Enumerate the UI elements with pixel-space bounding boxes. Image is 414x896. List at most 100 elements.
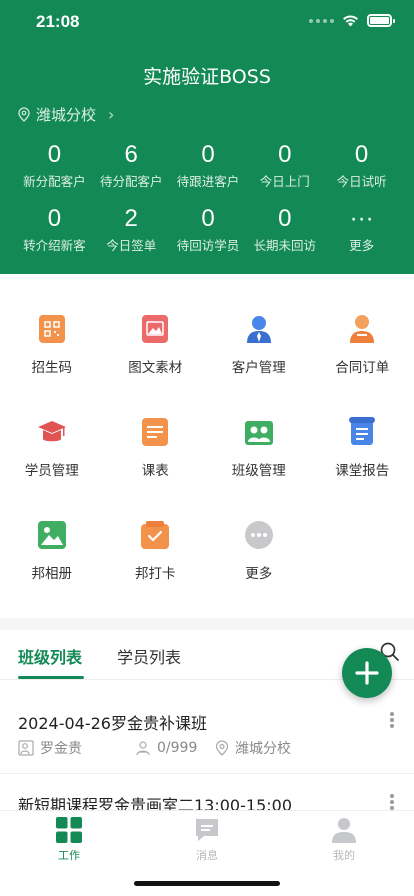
- stat-label: 新分配客户: [23, 174, 86, 189]
- menu-row-1: 招生码 图文素材 客户管理 合同订单: [0, 314, 414, 376]
- nav-tab-work[interactable]: 工作: [29, 817, 109, 863]
- stat-more[interactable]: ··· 更多: [323, 204, 400, 268]
- qr-code-icon: [37, 314, 67, 344]
- stat-today-trial[interactable]: 0 今日试听: [323, 140, 400, 204]
- menu-item-customers[interactable]: 客户管理: [207, 314, 311, 376]
- nav-label: 我的: [333, 849, 355, 862]
- menu-item-more[interactable]: 更多: [207, 520, 311, 582]
- menu-label: 客户管理: [231, 360, 286, 376]
- student-count-icon: [136, 741, 150, 756]
- menu-item-schedule[interactable]: 课表: [104, 417, 208, 479]
- class-title: 2024-04-26罗金贵补课班: [18, 714, 207, 733]
- nav-tab-messages[interactable]: 消息: [167, 817, 247, 863]
- menu-item-classes[interactable]: 班级管理: [207, 417, 311, 479]
- battery-icon: [367, 14, 395, 27]
- menu-label: 课表: [141, 463, 169, 479]
- class-meta: 罗金贵 0/999 潍城分校: [18, 738, 291, 758]
- stat-today-signed[interactable]: 2 今日签单: [93, 204, 170, 268]
- album-icon: [37, 520, 67, 550]
- capacity-value: 0/999: [157, 740, 198, 756]
- function-menu: 招生码 图文素材 客户管理 合同订单 学员管理 课表 班级管理 课堂报告 邦相册…: [0, 274, 414, 618]
- tab-class-list[interactable]: 班级列表: [18, 644, 82, 668]
- stats-row-1: 0 新分配客户 6 待分配客户 0 待跟进客户 0 今日上门 0 今日试听: [16, 140, 400, 204]
- teacher-name: 罗金贵: [40, 741, 82, 757]
- chevron-right-icon: ›: [108, 105, 115, 124]
- graduation-cap-icon: [37, 417, 67, 447]
- signal-icon: [309, 18, 334, 23]
- class-list-item[interactable]: 2024-04-26罗金贵补课班 罗金贵 0/999 潍城分校: [0, 680, 414, 774]
- stat-label: 今日试听: [336, 174, 387, 189]
- stat-value: 0: [47, 205, 62, 232]
- stat-value: 0: [278, 205, 292, 232]
- active-tab-indicator: [18, 676, 84, 679]
- menu-label: 更多: [245, 566, 273, 582]
- header: 21:08 实施验证BOSS 潍城分校 › 0 新分配客户 6 待分配客户 0 待跟进…: [0, 0, 414, 274]
- stat-value: 0: [47, 141, 62, 168]
- location-pin-icon: [18, 107, 30, 122]
- stat-value: 0: [201, 205, 215, 232]
- work-grid-icon: [56, 817, 82, 843]
- home-indicator[interactable]: [134, 881, 280, 886]
- menu-label: 班级管理: [231, 463, 286, 479]
- menu-label: 邦相册: [31, 566, 73, 582]
- menu-label: 图文素材: [128, 360, 183, 376]
- menu-label: 课堂报告: [335, 463, 390, 479]
- customer-icon: [244, 314, 274, 344]
- stat-value: 0: [278, 141, 292, 168]
- stat-label: 长期未回访: [253, 238, 317, 253]
- stat-long-no-revisit[interactable]: 0 长期未回访: [246, 204, 323, 268]
- menu-row-2: 学员管理 课表 班级管理 课堂报告: [0, 417, 414, 479]
- menu-row-3: 邦相册 邦打卡 更多: [0, 520, 414, 582]
- status-time: 21:08: [36, 12, 80, 31]
- stat-pending-assign[interactable]: 6 待分配客户: [93, 140, 170, 204]
- checkin-icon: [140, 520, 170, 550]
- menu-label: 合同订单: [335, 360, 390, 376]
- class-capacity: 0/999: [135, 740, 215, 756]
- menu-item-materials[interactable]: 图文素材: [104, 314, 208, 376]
- stat-value: ···: [349, 205, 374, 232]
- stat-pending-revisit[interactable]: 0 待回访学员: [170, 204, 247, 268]
- stat-label: 更多: [349, 238, 375, 253]
- teacher-icon: [18, 740, 34, 756]
- nav-label: 工作: [58, 849, 80, 862]
- stat-pending-followup[interactable]: 0 待跟进客户: [170, 140, 247, 204]
- stat-label: 待跟进客户: [176, 174, 240, 189]
- profile-icon: [332, 818, 356, 843]
- stats-panel: 0 新分配客户 6 待分配客户 0 待跟进客户 0 今日上门 0 今日试听 0 转介绍新客 …: [16, 140, 400, 268]
- menu-item-recruit-code[interactable]: 招生码: [0, 314, 104, 376]
- report-icon: [347, 417, 377, 447]
- stat-value: 0: [201, 141, 215, 168]
- menu-label: 邦打卡: [135, 566, 176, 582]
- stat-new-assigned[interactable]: 0 新分配客户: [16, 140, 93, 204]
- menu-label: 学员管理: [24, 463, 79, 479]
- location-pin-icon: [215, 740, 229, 756]
- stats-row-2: 0 转介绍新客 2 今日签单 0 待回访学员 0 长期未回访 ··· 更多: [16, 204, 400, 268]
- more-icon: [244, 520, 274, 550]
- nav-label: 消息: [196, 849, 218, 862]
- menu-item-students[interactable]: 学员管理: [0, 417, 104, 479]
- stat-referral[interactable]: 0 转介绍新客: [16, 204, 93, 268]
- nav-tab-profile[interactable]: 我的: [304, 817, 384, 863]
- menu-item-class-report[interactable]: 课堂报告: [311, 417, 414, 479]
- app-title: 实施验证BOSS: [143, 66, 271, 88]
- stat-value: 0: [354, 141, 369, 168]
- more-vertical-icon[interactable]: [390, 794, 394, 810]
- schedule-icon: [140, 417, 170, 447]
- more-vertical-icon[interactable]: [390, 712, 394, 728]
- class-icon: [244, 417, 274, 447]
- stat-label: 转介绍新客: [23, 238, 86, 253]
- wifi-icon: [343, 15, 358, 27]
- menu-item-album[interactable]: 邦相册: [0, 520, 104, 582]
- image-material-icon: [140, 314, 170, 344]
- menu-item-contracts[interactable]: 合同订单: [311, 314, 414, 376]
- status-bar: 21:08: [0, 0, 414, 44]
- stat-value: 6: [124, 141, 138, 168]
- campus-selector[interactable]: 潍城分校 ›: [18, 104, 114, 125]
- stat-value: 2: [124, 205, 138, 232]
- tab-student-list[interactable]: 学员列表: [117, 644, 181, 668]
- menu-item-checkin[interactable]: 邦打卡: [104, 520, 208, 582]
- campus-value: 潍城分校: [235, 741, 291, 757]
- stat-today-visit[interactable]: 0 今日上门: [246, 140, 323, 204]
- class-campus: 潍城分校: [215, 738, 291, 758]
- status-icons: [309, 14, 395, 27]
